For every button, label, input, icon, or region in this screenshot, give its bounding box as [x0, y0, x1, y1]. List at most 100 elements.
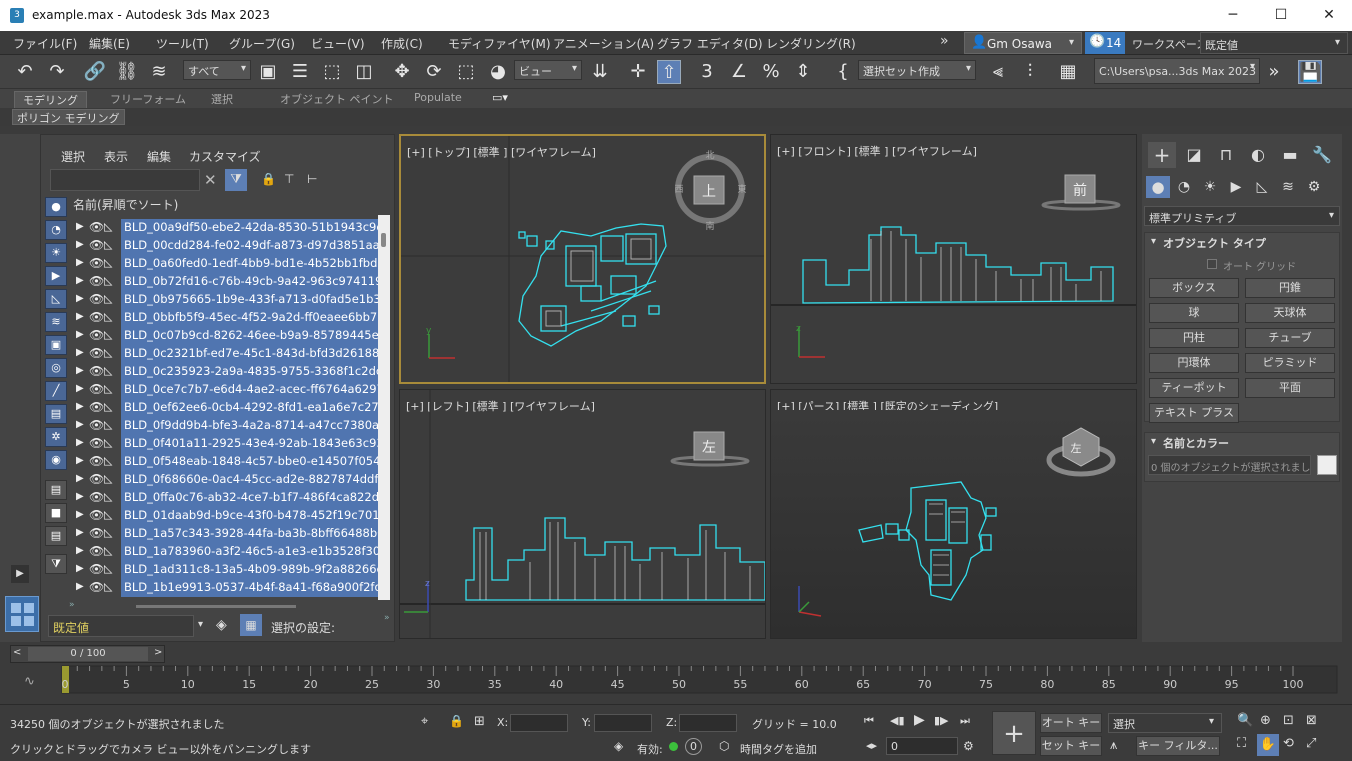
freeze-icon[interactable]: ◺: [104, 508, 112, 521]
xref-filter-icon[interactable]: ◎: [45, 358, 67, 378]
visibility-eye-icon[interactable]: 👁: [89, 436, 104, 450]
expand-arrow-icon[interactable]: ▶: [76, 293, 84, 304]
menu-file[interactable]: ファイル(F): [13, 35, 77, 52]
list-item[interactable]: ▶ 👁 ◺ BLD_1ad311c8-13a5-4b09-989b-9f2a88266…: [71, 561, 393, 579]
viewport-layout-icon[interactable]: [5, 596, 39, 632]
set-key-button[interactable]: セット キー: [1040, 736, 1102, 756]
cylinder-button[interactable]: 円柱: [1149, 328, 1239, 348]
object-name[interactable]: BLD_00a9df50-ebe2-42da-8530-51b1943c9c0: [121, 219, 379, 237]
object-name[interactable]: BLD_0ffa0c76-ab32-4ce7-b1f7-486f4ca822dd: [121, 489, 379, 507]
user-account-button[interactable]: 👤 Gm Osawa ▾: [964, 32, 1082, 54]
viewport-top[interactable]: [+] [トップ] [標準 ] [ワイヤフレーム] 上 北 南 西 東 y: [399, 134, 766, 384]
list-item[interactable]: ▶ 👁 ◺ BLD_0b975665-1b9e-433f-a713-d0fad5e1b…: [71, 291, 393, 309]
link-icon[interactable]: 🔗: [83, 60, 107, 84]
toolbar-more-icon[interactable]: »: [1262, 60, 1286, 84]
spinner-snap-icon[interactable]: ⇕: [791, 60, 815, 84]
lights-icon[interactable]: ☀: [1198, 176, 1222, 198]
visibility-eye-icon[interactable]: 👁: [89, 364, 104, 378]
bind-space-warp-icon[interactable]: ≋: [147, 60, 171, 84]
camera-filter-icon[interactable]: ▶: [45, 266, 67, 286]
placement-icon[interactable]: ◕: [486, 60, 510, 84]
object-name-field[interactable]: 0 個のオブジェクトが選択されました: [1148, 455, 1311, 475]
time-next-icon[interactable]: >: [154, 647, 162, 658]
display-tab-icon[interactable]: ▬: [1276, 142, 1304, 168]
collapse-icon[interactable]: »: [384, 613, 390, 623]
list-item[interactable]: ▶ 👁 ◺ BLD_0a60fed0-1edf-4bb9-bd1e-4b52bb1fb…: [71, 255, 393, 273]
freeze-icon[interactable]: ◺: [104, 436, 112, 449]
zoom-all-icon[interactable]: ⊕: [1260, 713, 1271, 728]
utilities-tab-icon[interactable]: 🔧: [1308, 142, 1336, 168]
teapot-button[interactable]: ティーポット: [1149, 378, 1239, 398]
text-plus-button[interactable]: テキスト プラス: [1149, 403, 1239, 423]
list-item[interactable]: ▶ 👁 ◺ BLD_00cdd284-fe02-49df-a873-d97d3851a…: [71, 237, 393, 255]
chevron-down-icon[interactable]: ▾: [198, 619, 203, 630]
hierarchy-icon[interactable]: ⊤: [284, 172, 294, 186]
zoom-icon[interactable]: 🔍: [1237, 713, 1253, 728]
orbit-icon[interactable]: ⟲: [1283, 736, 1294, 751]
x-coordinate-input[interactable]: [510, 714, 568, 732]
menu-animation[interactable]: アニメーション(A): [553, 35, 654, 52]
freeze-icon[interactable]: ◺: [104, 346, 112, 359]
viewport-left[interactable]: [+] [レフト] [標準 ] [ワイヤフレーム] 左 z: [399, 389, 766, 639]
adaptive-degradation-icon[interactable]: ◈: [614, 739, 623, 753]
zoom-extents-icon[interactable]: ⊡: [1283, 713, 1294, 728]
named-selection-dropdown[interactable]: 選択セット作成: [858, 60, 976, 80]
freeze-icon[interactable]: ◺: [104, 418, 112, 431]
visibility-eye-icon[interactable]: 👁: [89, 580, 104, 594]
play-panel-icon[interactable]: ▶: [11, 565, 29, 583]
spacewarp-filter-icon[interactable]: ≋: [45, 312, 67, 332]
freeze-icon[interactable]: ◺: [104, 292, 112, 305]
visibility-eye-icon[interactable]: 👁: [89, 400, 104, 414]
rollout-collapse-icon[interactable]: ▾: [1151, 436, 1156, 447]
field-of-view-icon[interactable]: ⛶: [1237, 736, 1246, 751]
scene-tab-edit[interactable]: 編集: [147, 148, 171, 165]
next-frame-icon[interactable]: ▮▶: [934, 714, 949, 727]
move-icon[interactable]: ✥: [390, 60, 414, 84]
selection-filter-dropdown[interactable]: すべて: [183, 60, 251, 80]
rectangular-selection-icon[interactable]: ⬚: [320, 60, 344, 84]
freeze-icon[interactable]: ◺: [104, 562, 112, 575]
list-item[interactable]: ▶ 👁 ◺ BLD_0ffa0c76-ab32-4ce7-b1f7-486f4ca82…: [71, 489, 393, 507]
workspace-dropdown[interactable]: 既定値 ▾: [1200, 32, 1348, 54]
key-tangent-icon[interactable]: ⩚: [1110, 738, 1117, 753]
visibility-eye-icon[interactable]: 👁: [89, 526, 104, 540]
polygon-modeling-button[interactable]: ポリゴン モデリング: [12, 109, 125, 125]
expand-arrow-icon[interactable]: ▶: [76, 257, 84, 268]
expand-arrow-icon[interactable]: ▶: [76, 563, 84, 574]
rotate-icon[interactable]: ⟳: [422, 60, 446, 84]
object-name[interactable]: BLD_1a783960-a3f2-46c5-a1e3-e1b3528f304: [121, 543, 379, 561]
tab-selection[interactable]: 選択: [211, 91, 233, 107]
object-name[interactable]: BLD_0f401a11-2925-43e4-92ab-1843e63c93f: [121, 435, 379, 453]
current-frame-input[interactable]: 0: [886, 737, 958, 755]
go-to-end-icon[interactable]: ⏭: [960, 714, 970, 728]
visibility-eye-icon[interactable]: 👁: [89, 256, 104, 270]
expand-arrow-icon[interactable]: ▶: [76, 527, 84, 538]
list-item[interactable]: ▶ 👁 ◺ BLD_0f401a11-2925-43e4-92ab-1843e63c9…: [71, 435, 393, 453]
menu-modifiers[interactable]: モディファイヤ(M): [448, 35, 551, 52]
visibility-eye-icon[interactable]: 👁: [89, 328, 104, 342]
window-crossing-icon[interactable]: ◫: [352, 60, 376, 84]
freeze-icon[interactable]: ◺: [104, 544, 112, 557]
object-name[interactable]: BLD_0c2321bf-ed7e-45c1-843d-bfd3d26188e: [121, 345, 379, 363]
object-name[interactable]: BLD_01daab9d-b9ce-43f0-b478-452f19c701d: [121, 507, 379, 525]
layer-hierarchy-icon[interactable]: ⊢: [307, 172, 317, 186]
snaps-toggle-icon[interactable]: 3: [695, 60, 719, 84]
freeze-icon[interactable]: ◺: [104, 526, 112, 539]
expand-arrow-icon[interactable]: ▶: [76, 581, 84, 592]
all-filter-icon[interactable]: ■: [45, 503, 67, 523]
create-tab-icon[interactable]: +: [1148, 142, 1176, 168]
redo-icon[interactable]: ↷: [45, 60, 69, 84]
expand-arrow-icon[interactable]: ▶: [76, 545, 84, 556]
helpers-icon[interactable]: ◺: [1250, 176, 1274, 198]
time-slider[interactable]: < 0 / 100 >: [10, 645, 165, 663]
object-name[interactable]: BLD_0bbfb5f9-45ec-4f52-9a2d-ff0eaee6bb72: [121, 309, 379, 327]
object-name[interactable]: BLD_0f9dd9b4-bfe3-4a2a-8714-a47cc7380a1: [121, 417, 379, 435]
helper-filter-icon[interactable]: ◺: [45, 289, 67, 309]
list-item[interactable]: ▶ 👁 ◺ BLD_1a57c343-3928-44fa-ba3b-8bff66488…: [71, 525, 393, 543]
list-item[interactable]: ▶ 👁 ◺ BLD_0f9dd9b4-bfe3-4a2a-8714-a47cc7380…: [71, 417, 393, 435]
particle-filter-icon[interactable]: ✲: [45, 427, 67, 447]
expand-arrow-icon[interactable]: ▶: [76, 239, 84, 250]
select-manipulate-icon[interactable]: ✛: [626, 60, 650, 84]
previous-frame-icon[interactable]: ◀▮: [890, 714, 905, 727]
maximize-viewport-icon[interactable]: ⤢: [1306, 736, 1316, 751]
